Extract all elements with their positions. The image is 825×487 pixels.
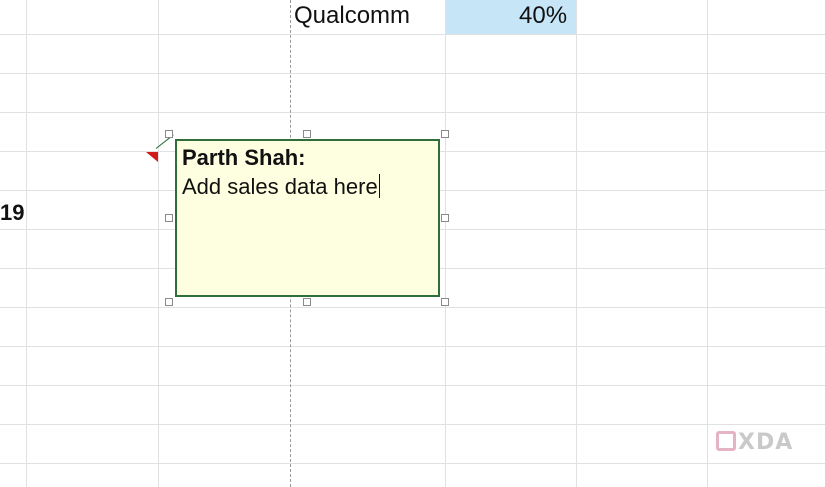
resize-handle-top-left[interactable] xyxy=(165,130,173,138)
row-divider xyxy=(0,73,825,74)
resize-handle-left[interactable] xyxy=(165,214,173,222)
text-cursor xyxy=(378,174,380,198)
row-divider xyxy=(0,307,825,308)
comment-box[interactable]: Parth Shah: Add sales data here xyxy=(175,139,440,297)
comment-text-field[interactable]: Add sales data here xyxy=(182,174,380,200)
row-divider xyxy=(0,346,825,347)
row-divider xyxy=(0,385,825,386)
resize-handle-right[interactable] xyxy=(441,214,449,222)
row-divider xyxy=(0,424,825,425)
resize-handle-top-right[interactable] xyxy=(441,130,449,138)
row-divider xyxy=(0,463,825,464)
xda-watermark: XDA xyxy=(716,430,793,455)
resize-handle-bottom-right[interactable] xyxy=(441,298,449,306)
watermark-text: XDA xyxy=(738,430,794,455)
partial-cell-value[interactable]: 19 xyxy=(0,198,24,228)
percent-value: 40% xyxy=(519,2,568,29)
comment-indicator-icon[interactable] xyxy=(146,152,158,162)
row-divider xyxy=(0,112,825,113)
company-cell[interactable]: Qualcomm xyxy=(294,1,410,31)
resize-handle-top[interactable] xyxy=(303,130,311,138)
resize-handle-bottom-left[interactable] xyxy=(165,298,173,306)
xda-logo-icon xyxy=(716,431,736,451)
comment-text: Add sales data here xyxy=(182,174,378,199)
row-divider xyxy=(0,34,825,35)
comment-author: Parth Shah: xyxy=(182,145,306,170)
resize-handle-bottom[interactable] xyxy=(303,298,311,306)
